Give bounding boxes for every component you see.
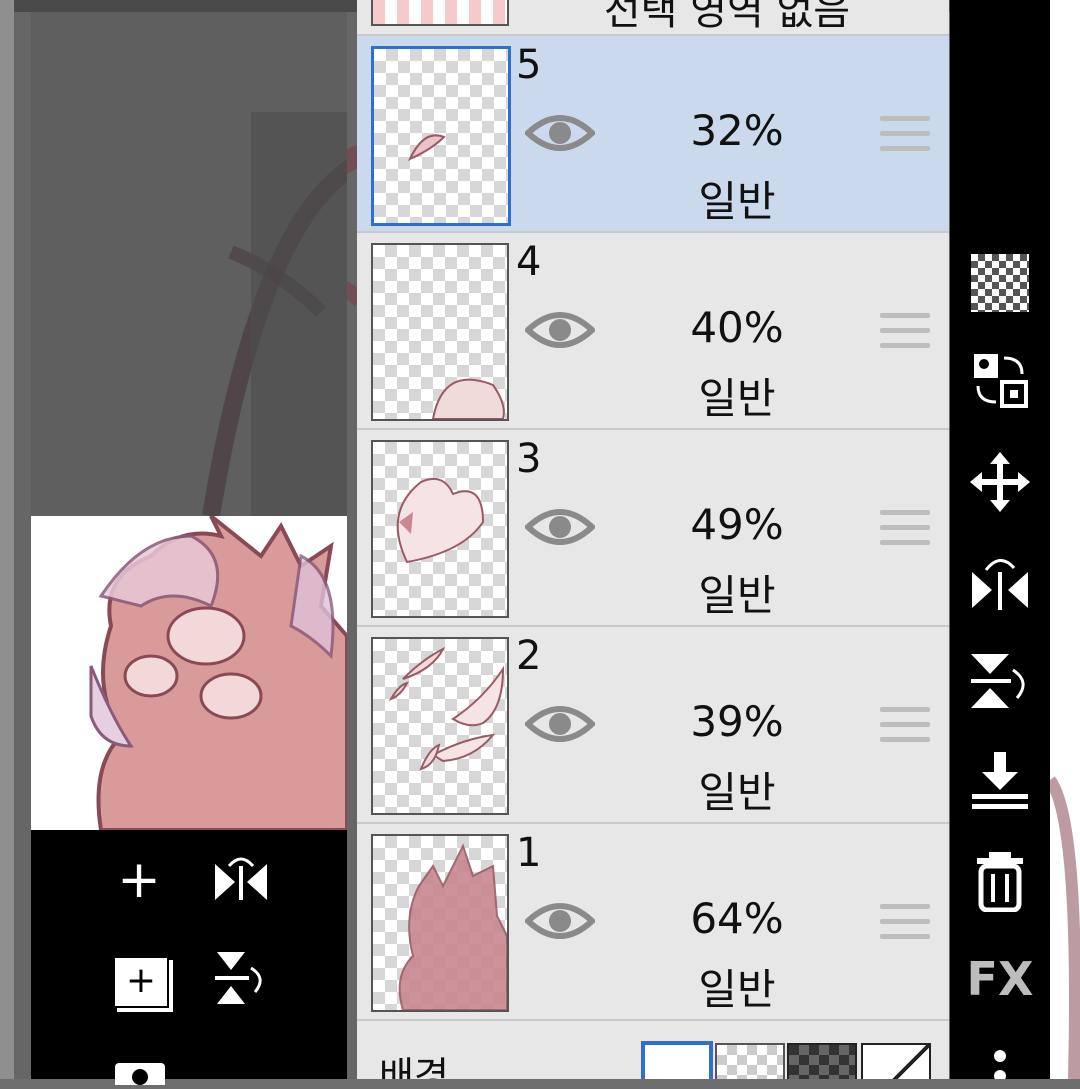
layer-thumbnail xyxy=(371,243,509,421)
canvas-preview[interactable] xyxy=(31,516,347,830)
drag-handle-icon[interactable] xyxy=(880,904,930,949)
background-none-swatch[interactable] xyxy=(861,1043,931,1079)
layer-opacity[interactable]: 39% xyxy=(657,697,817,746)
right-edge-canvas xyxy=(1044,0,1080,1080)
fx-icon[interactable]: FX xyxy=(950,952,1050,1006)
layer-opacity[interactable]: 40% xyxy=(657,303,817,352)
selection-header: 선택 영역 없음 xyxy=(357,0,949,36)
navigator-artwork xyxy=(202,112,347,516)
layer-thumbnail xyxy=(371,46,511,226)
selection-thumb xyxy=(371,0,509,26)
background-row: 배경 xyxy=(357,1021,949,1079)
layer-thumbnail xyxy=(371,834,509,1012)
layer-number: 2 xyxy=(516,633,542,679)
layer-blend-mode[interactable]: 일반 xyxy=(657,759,817,820)
layer-opacity[interactable]: 64% xyxy=(657,894,817,943)
left-tool-panel: + + xyxy=(31,830,347,1089)
swap-layer-icon[interactable] xyxy=(950,350,1050,414)
layer-blend-mode[interactable]: 일반 xyxy=(657,956,817,1017)
background-dark-swatch[interactable] xyxy=(787,1043,857,1079)
background-transparent-swatch[interactable] xyxy=(715,1043,785,1079)
selection-header-text: 선택 영역 없음 xyxy=(603,0,851,34)
flip-vertical-icon[interactable] xyxy=(211,948,271,1008)
canvas-navigator-bg xyxy=(31,12,347,516)
eye-icon[interactable] xyxy=(523,502,597,556)
move-icon[interactable] xyxy=(950,452,1050,516)
layer-opacity[interactable]: 32% xyxy=(657,106,817,155)
background-label: 배경 xyxy=(379,1054,449,1079)
flip-horizontal-icon[interactable] xyxy=(211,852,271,912)
layer-thumbnail xyxy=(371,440,509,618)
camera-icon[interactable] xyxy=(113,1055,167,1089)
eye-icon[interactable] xyxy=(523,699,597,753)
layer-opacity[interactable]: 49% xyxy=(657,500,817,549)
more-icon[interactable] xyxy=(950,1048,1050,1083)
flip-horizontal-icon[interactable] xyxy=(950,550,1050,616)
left-edge-strip xyxy=(0,0,14,1079)
eye-icon[interactable] xyxy=(523,108,597,162)
trash-icon[interactable] xyxy=(950,850,1050,916)
flip-vertical-icon[interactable] xyxy=(950,652,1050,714)
layer-row-3[interactable]: 3 49% 일반 xyxy=(357,430,949,627)
layer-row-1[interactable]: 1 64% 일반 xyxy=(357,824,949,1021)
merge-down-icon[interactable] xyxy=(950,750,1050,814)
layer-number: 1 xyxy=(516,830,542,876)
drag-handle-icon[interactable] xyxy=(880,707,930,752)
drag-handle-icon[interactable] xyxy=(880,313,930,358)
layer-number: 5 xyxy=(516,42,542,88)
add-layer-icon[interactable]: + xyxy=(113,956,169,1008)
background-white-swatch[interactable] xyxy=(641,1041,713,1079)
eye-icon[interactable] xyxy=(523,896,597,950)
layer-number: 4 xyxy=(516,239,542,285)
layer-blend-mode[interactable]: 일반 xyxy=(657,365,817,426)
layer-row-4[interactable]: 4 40% 일반 xyxy=(357,233,949,430)
drag-handle-icon[interactable] xyxy=(880,510,930,555)
layer-thumbnail xyxy=(371,637,509,815)
preview-artwork xyxy=(89,516,347,830)
layer-row-2[interactable]: 2 39% 일반 xyxy=(357,627,949,824)
layer-row-5[interactable]: 5 32% 일반 xyxy=(357,36,949,233)
drag-handle-icon[interactable] xyxy=(880,116,930,161)
transparency-icon[interactable] xyxy=(950,254,1050,312)
eye-icon[interactable] xyxy=(523,305,597,359)
add-icon[interactable]: + xyxy=(109,854,169,906)
layer-number: 3 xyxy=(516,436,542,482)
layer-blend-mode[interactable]: 일반 xyxy=(657,168,817,229)
layer-blend-mode[interactable]: 일반 xyxy=(657,562,817,623)
layer-panel: 선택 영역 없음 5 32% 일반 4 40% 일반 3 49% 일반 2 39… xyxy=(357,0,949,1079)
right-toolbar: FX xyxy=(950,0,1050,1082)
